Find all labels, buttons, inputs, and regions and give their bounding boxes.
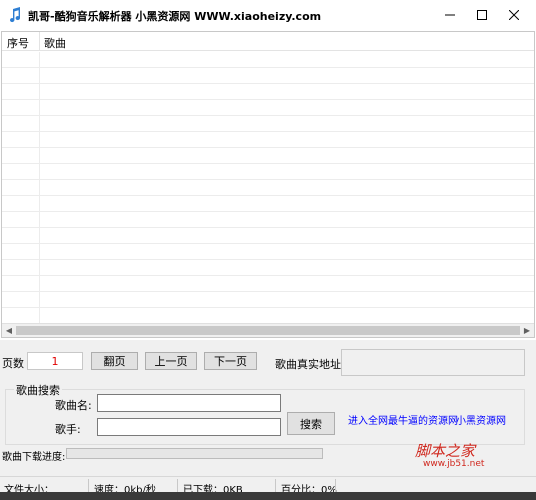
- scrollbar-thumb[interactable]: [16, 326, 520, 335]
- group-title: 歌曲搜索: [14, 382, 62, 398]
- prev-page-button[interactable]: 上一页: [145, 352, 197, 370]
- watermark: 脚本之家 www.jb51.net: [415, 440, 505, 472]
- page-label: 页数: [2, 357, 24, 370]
- minimize-button[interactable]: [438, 0, 462, 30]
- real-url-label: 歌曲真实地址:: [275, 358, 345, 371]
- horizontal-scrollbar[interactable]: ◀ ▶: [2, 323, 534, 337]
- flip-page-button[interactable]: 翻页: [91, 352, 138, 370]
- singer-label: 歌手:: [55, 423, 81, 436]
- music-note-icon: [10, 7, 21, 23]
- real-url-field[interactable]: [341, 349, 525, 376]
- best-resource-link[interactable]: 进入全网最牛逼的资源网: [348, 412, 458, 427]
- close-icon: [509, 10, 519, 20]
- search-button[interactable]: 搜索: [287, 412, 335, 435]
- next-page-button[interactable]: 下一页: [204, 352, 257, 370]
- song-name-input[interactable]: [97, 394, 281, 412]
- minimize-icon: [445, 14, 455, 16]
- list-header: 序号 歌曲: [2, 32, 534, 51]
- taskbar-strip: [0, 492, 536, 500]
- scroll-right-icon[interactable]: ▶: [520, 324, 534, 337]
- column-divider[interactable]: [39, 32, 40, 51]
- title-bar: 凯哥-酷狗音乐解析器 小黑资源网 WWW.xiaoheizy.com: [0, 0, 536, 30]
- watermark-main: 脚本之家: [415, 442, 476, 460]
- scroll-left-icon[interactable]: ◀: [2, 324, 16, 337]
- maximize-icon: [477, 10, 487, 20]
- site-link[interactable]: 小黑资源网: [456, 412, 506, 427]
- download-progress-label: 歌曲下载进度:: [2, 452, 66, 463]
- close-button[interactable]: [502, 0, 526, 30]
- song-name-label: 歌曲名:: [55, 399, 92, 412]
- column-header-song[interactable]: 歌曲: [44, 35, 66, 51]
- singer-input[interactable]: [97, 418, 281, 436]
- list-rows[interactable]: [2, 52, 534, 324]
- column-header-seq[interactable]: 序号: [7, 35, 29, 51]
- download-progress-bar: [66, 448, 323, 459]
- watermark-url: www.jb51.net: [423, 459, 485, 469]
- window-title: 凯哥-酷狗音乐解析器 小黑资源网 WWW.xiaoheizy.com: [28, 10, 322, 23]
- song-list[interactable]: 序号 歌曲 ◀ ▶: [1, 31, 535, 338]
- maximize-button[interactable]: [470, 0, 494, 30]
- page-input[interactable]: [27, 352, 83, 370]
